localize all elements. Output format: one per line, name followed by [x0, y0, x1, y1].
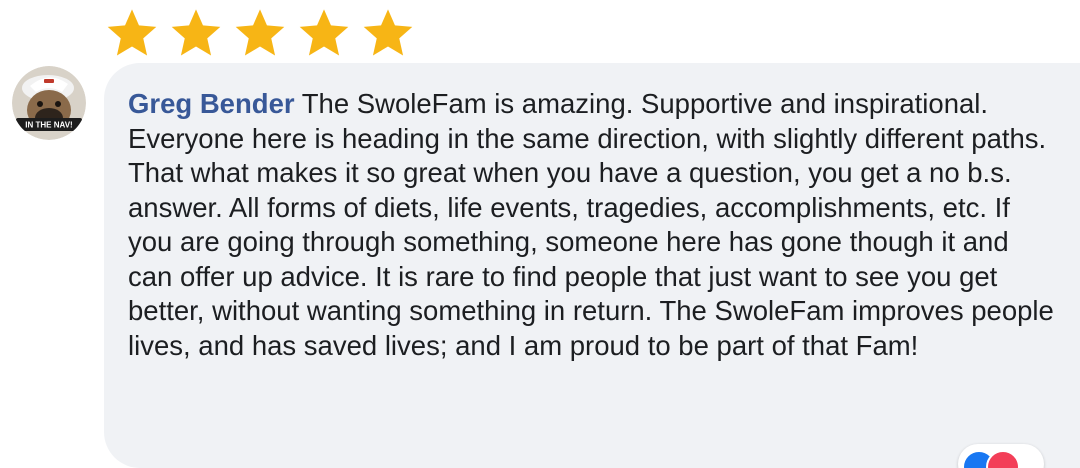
- star-icon: [299, 9, 349, 56]
- star-icon: [363, 9, 413, 56]
- avatar[interactable]: IN THE NAV!: [12, 66, 86, 140]
- star-icon: [235, 9, 285, 56]
- star-icon: [107, 9, 157, 56]
- comment-body: The SwoleFam is amazing. Supportive and …: [128, 88, 1054, 361]
- comment-bubble: Greg Bender The SwoleFam is amazing. Sup…: [104, 63, 1080, 468]
- reaction-summary[interactable]: [958, 444, 1044, 468]
- star-rating: [104, 6, 416, 60]
- comment-text: Greg Bender The SwoleFam is amazing. Sup…: [128, 87, 1060, 363]
- avatar-caption: IN THE NAV!: [25, 121, 72, 130]
- star-icon: [171, 9, 221, 56]
- love-icon: [986, 450, 1020, 468]
- avatar-image: IN THE NAV!: [12, 66, 86, 140]
- author-name-link[interactable]: Greg Bender: [128, 88, 295, 119]
